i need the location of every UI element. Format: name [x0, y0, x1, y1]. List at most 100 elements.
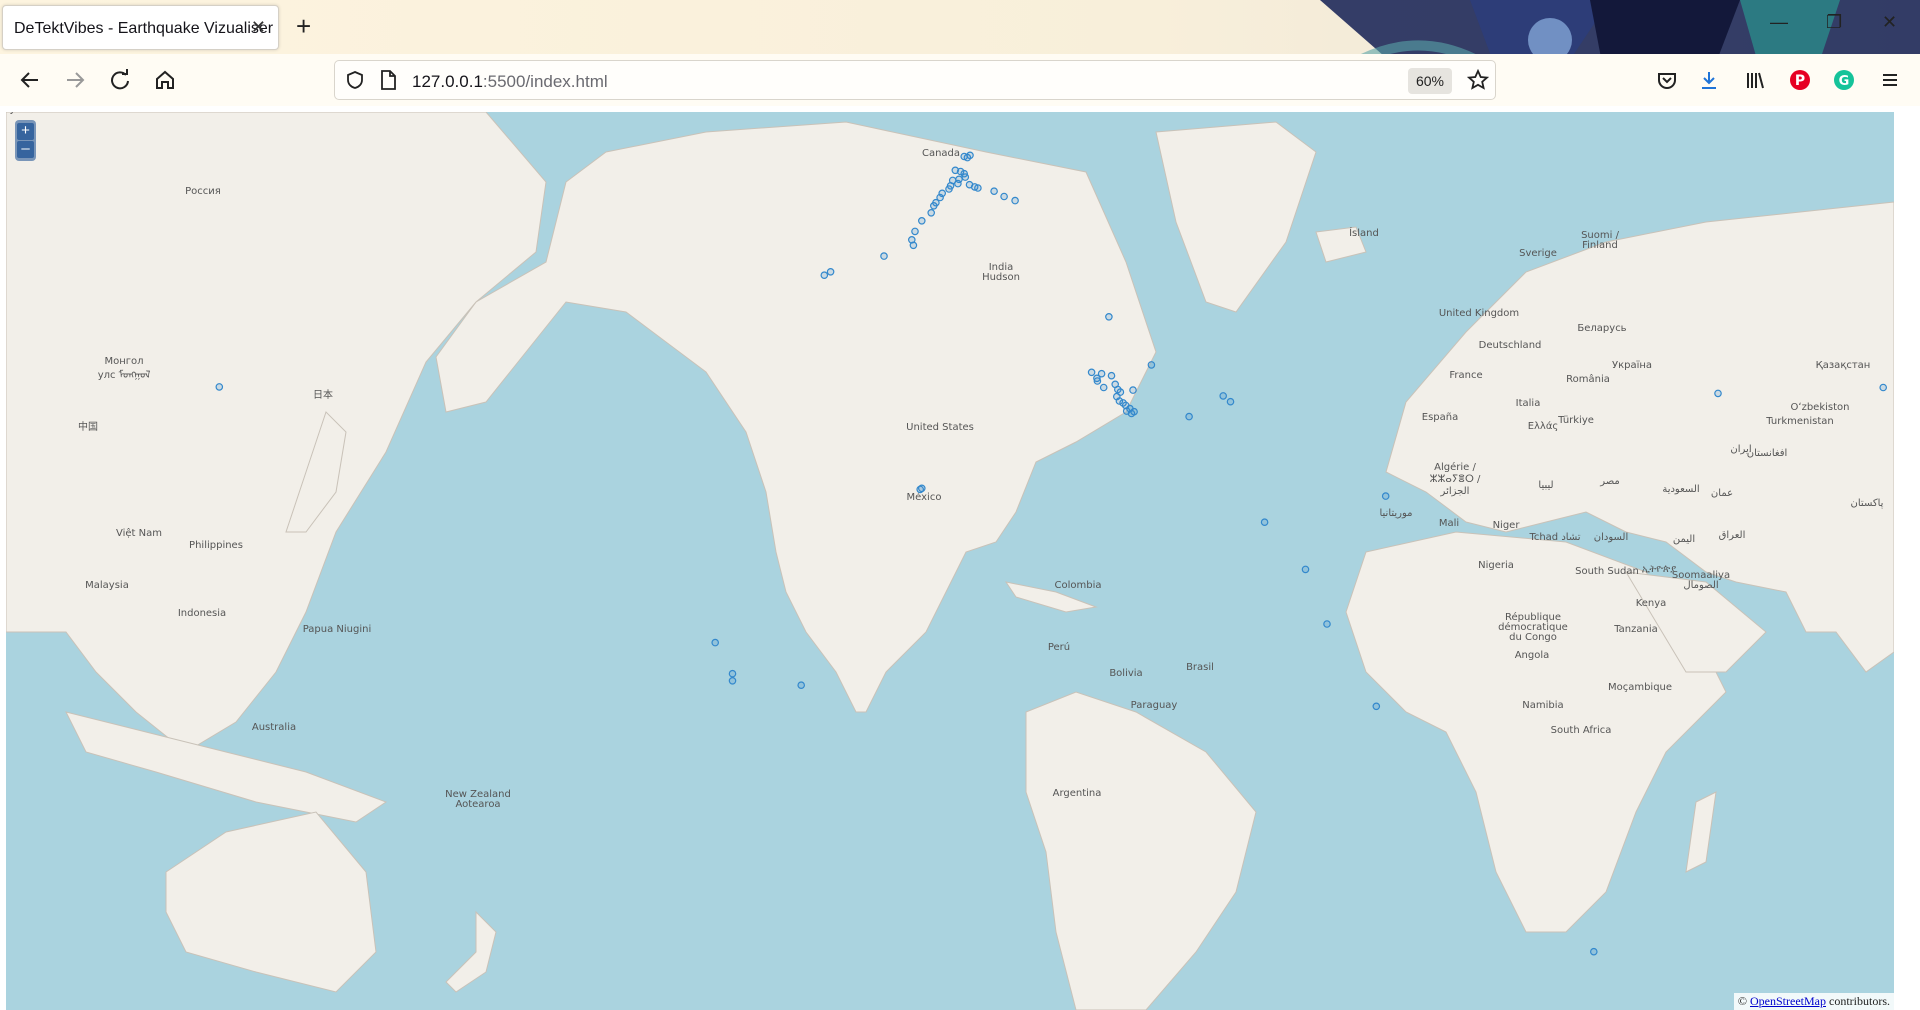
earthquake-marker[interactable]	[1323, 620, 1331, 628]
earthquake-marker[interactable]	[945, 185, 953, 193]
earthquake-marker[interactable]	[880, 252, 888, 260]
svg-text:G: G	[1839, 74, 1850, 89]
back-arrow-icon[interactable]	[16, 66, 44, 94]
plus-icon[interactable]: +	[296, 13, 311, 39]
menu-icon[interactable]	[1876, 66, 1904, 94]
earthquake-marker[interactable]	[1000, 192, 1008, 201]
map-attribution: © OpenStreetMap contributors.	[1733, 993, 1894, 1010]
map-label: Algérie /	[1434, 461, 1476, 473]
map-label: улс ᠮᠣᠩᠭᠣᠯ	[98, 369, 151, 381]
earthquake-marker[interactable]	[728, 676, 737, 685]
library-icon[interactable]	[1741, 66, 1769, 94]
map-label: Türkiye	[1557, 415, 1594, 426]
map-label: Беларусь	[1577, 323, 1626, 334]
earthquake-marker[interactable]	[1372, 702, 1381, 711]
earthquake-marker[interactable]	[954, 179, 962, 188]
map-label: Malaysia	[85, 580, 129, 591]
earthquake-marker[interactable]	[927, 209, 936, 217]
osm-link[interactable]: OpenStreetMap	[1750, 994, 1826, 1008]
earthquake-marker[interactable]	[1129, 386, 1137, 394]
earthquake-marker[interactable]	[1011, 196, 1019, 205]
shield-icon[interactable]	[345, 70, 365, 95]
earthquake-marker[interactable]	[797, 681, 806, 690]
map-label: Papua Niugini	[303, 624, 372, 635]
pocket-icon[interactable]	[1653, 66, 1681, 94]
earthquake-marker[interactable]	[1219, 392, 1228, 400]
zoom-level-indicator[interactable]: 60%	[1408, 68, 1452, 94]
earthquake-marker[interactable]	[911, 227, 919, 236]
earthquake-marker[interactable]	[826, 268, 835, 276]
forward-arrow-icon[interactable]	[61, 66, 89, 94]
address-bar[interactable]: 127.0.0.1:5500/index.html	[334, 60, 1496, 100]
earthquake-marker[interactable]	[1147, 361, 1156, 369]
earthquake-marker[interactable]	[909, 241, 918, 250]
tab-strip: DeTektVibes - Earthquake Vizualiser ✕ + …	[0, 0, 1920, 54]
earthquake-marker[interactable]	[990, 187, 998, 196]
map-label: ليبيا	[1538, 480, 1553, 491]
map-label: Sverige	[1519, 248, 1557, 259]
minimize-icon[interactable]: —	[1770, 12, 1788, 32]
map-label: Namibia	[1522, 700, 1563, 711]
svg-text:P: P	[1795, 73, 1805, 89]
earthquake-marker[interactable]	[1087, 368, 1096, 377]
map-label: Việt Nam	[116, 527, 162, 539]
map-label: Angola	[1515, 650, 1550, 661]
earthquake-marker[interactable]	[1879, 383, 1888, 392]
earthquake-marker[interactable]	[1260, 518, 1269, 527]
map-label: السودان	[1594, 532, 1629, 543]
earthquake-marker[interactable]	[1185, 412, 1193, 421]
zoom-out-button[interactable]: –	[17, 141, 34, 158]
earthquake-marker[interactable]	[1381, 492, 1390, 500]
earthquake-marker[interactable]	[1590, 947, 1598, 956]
earthquake-marker[interactable]	[929, 202, 938, 210]
restore-icon[interactable]: ❐	[1826, 12, 1842, 32]
map-label: México	[907, 491, 942, 503]
bookmark-star-icon[interactable]	[1466, 68, 1490, 96]
earthquake-marker[interactable]	[820, 271, 829, 280]
grammarly-icon[interactable]: G	[1830, 66, 1858, 94]
earthquake-marker[interactable]	[961, 173, 970, 181]
page-icon[interactable]	[379, 70, 397, 95]
map-label: السعودية	[1662, 484, 1699, 495]
map-label: 日本	[313, 388, 333, 401]
map-label: Bay	[6, 112, 16, 115]
map-label: الصومال	[1683, 580, 1718, 591]
url-text[interactable]: 127.0.0.1:5500/index.html	[412, 72, 608, 92]
map-label: Tchad تشاد	[1528, 532, 1580, 543]
map-label: پاکستان	[1851, 498, 1884, 509]
zoom-control: + –	[15, 120, 36, 161]
close-window-icon[interactable]: ✕	[1882, 12, 1897, 32]
map-label: مصر	[1599, 476, 1620, 487]
zoom-in-button[interactable]: +	[17, 123, 34, 140]
earthquake-marker[interactable]	[917, 217, 926, 225]
earthquake-marker[interactable]	[711, 638, 720, 647]
map-label: Ísland	[1349, 226, 1379, 239]
map-canvas[interactable]: Canada Россия Монгол улс ᠮᠣᠩᠭᠣᠯ 日本中国 Việt Nam…	[6, 112, 1894, 1010]
url-host: 127.0.0.1	[412, 72, 483, 91]
earthquake-marker[interactable]	[1107, 371, 1116, 380]
map-label: United Kingdom	[1439, 308, 1519, 319]
earthquake-marker[interactable]	[916, 485, 925, 494]
earthquake-marker[interactable]	[966, 151, 974, 160]
earthquake-marker[interactable]	[974, 184, 982, 192]
home-icon[interactable]	[151, 66, 179, 94]
map-label: Colombia	[1055, 580, 1102, 591]
map-label: ኢትዮጵያ	[1642, 564, 1676, 575]
earthquake-marker[interactable]	[1714, 389, 1722, 398]
earthquake-map[interactable]: Canada Россия Монгол улс ᠮᠣᠩᠭᠣᠯ 日本 中国 Việt Nam…	[6, 112, 1894, 1010]
map-label: Nigeria	[1478, 560, 1514, 571]
earthquake-marker[interactable]	[1105, 313, 1113, 321]
map-label: United States	[906, 422, 974, 433]
earthquake-marker[interactable]	[728, 669, 737, 678]
pinterest-icon[interactable]: P	[1786, 66, 1814, 94]
earthquake-marker[interactable]	[1301, 565, 1310, 574]
earthquake-marker[interactable]	[215, 383, 224, 391]
close-icon[interactable]: ✕	[251, 18, 266, 36]
earthquake-marker[interactable]	[1130, 407, 1138, 416]
reload-icon[interactable]	[106, 66, 134, 94]
earthquake-marker[interactable]	[1093, 377, 1102, 385]
download-icon[interactable]	[1695, 66, 1723, 94]
browser-tab[interactable]: DeTektVibes - Earthquake Vizualiser ✕	[2, 5, 279, 50]
earthquake-marker[interactable]	[1099, 383, 1108, 392]
earthquake-marker[interactable]	[1226, 397, 1235, 406]
